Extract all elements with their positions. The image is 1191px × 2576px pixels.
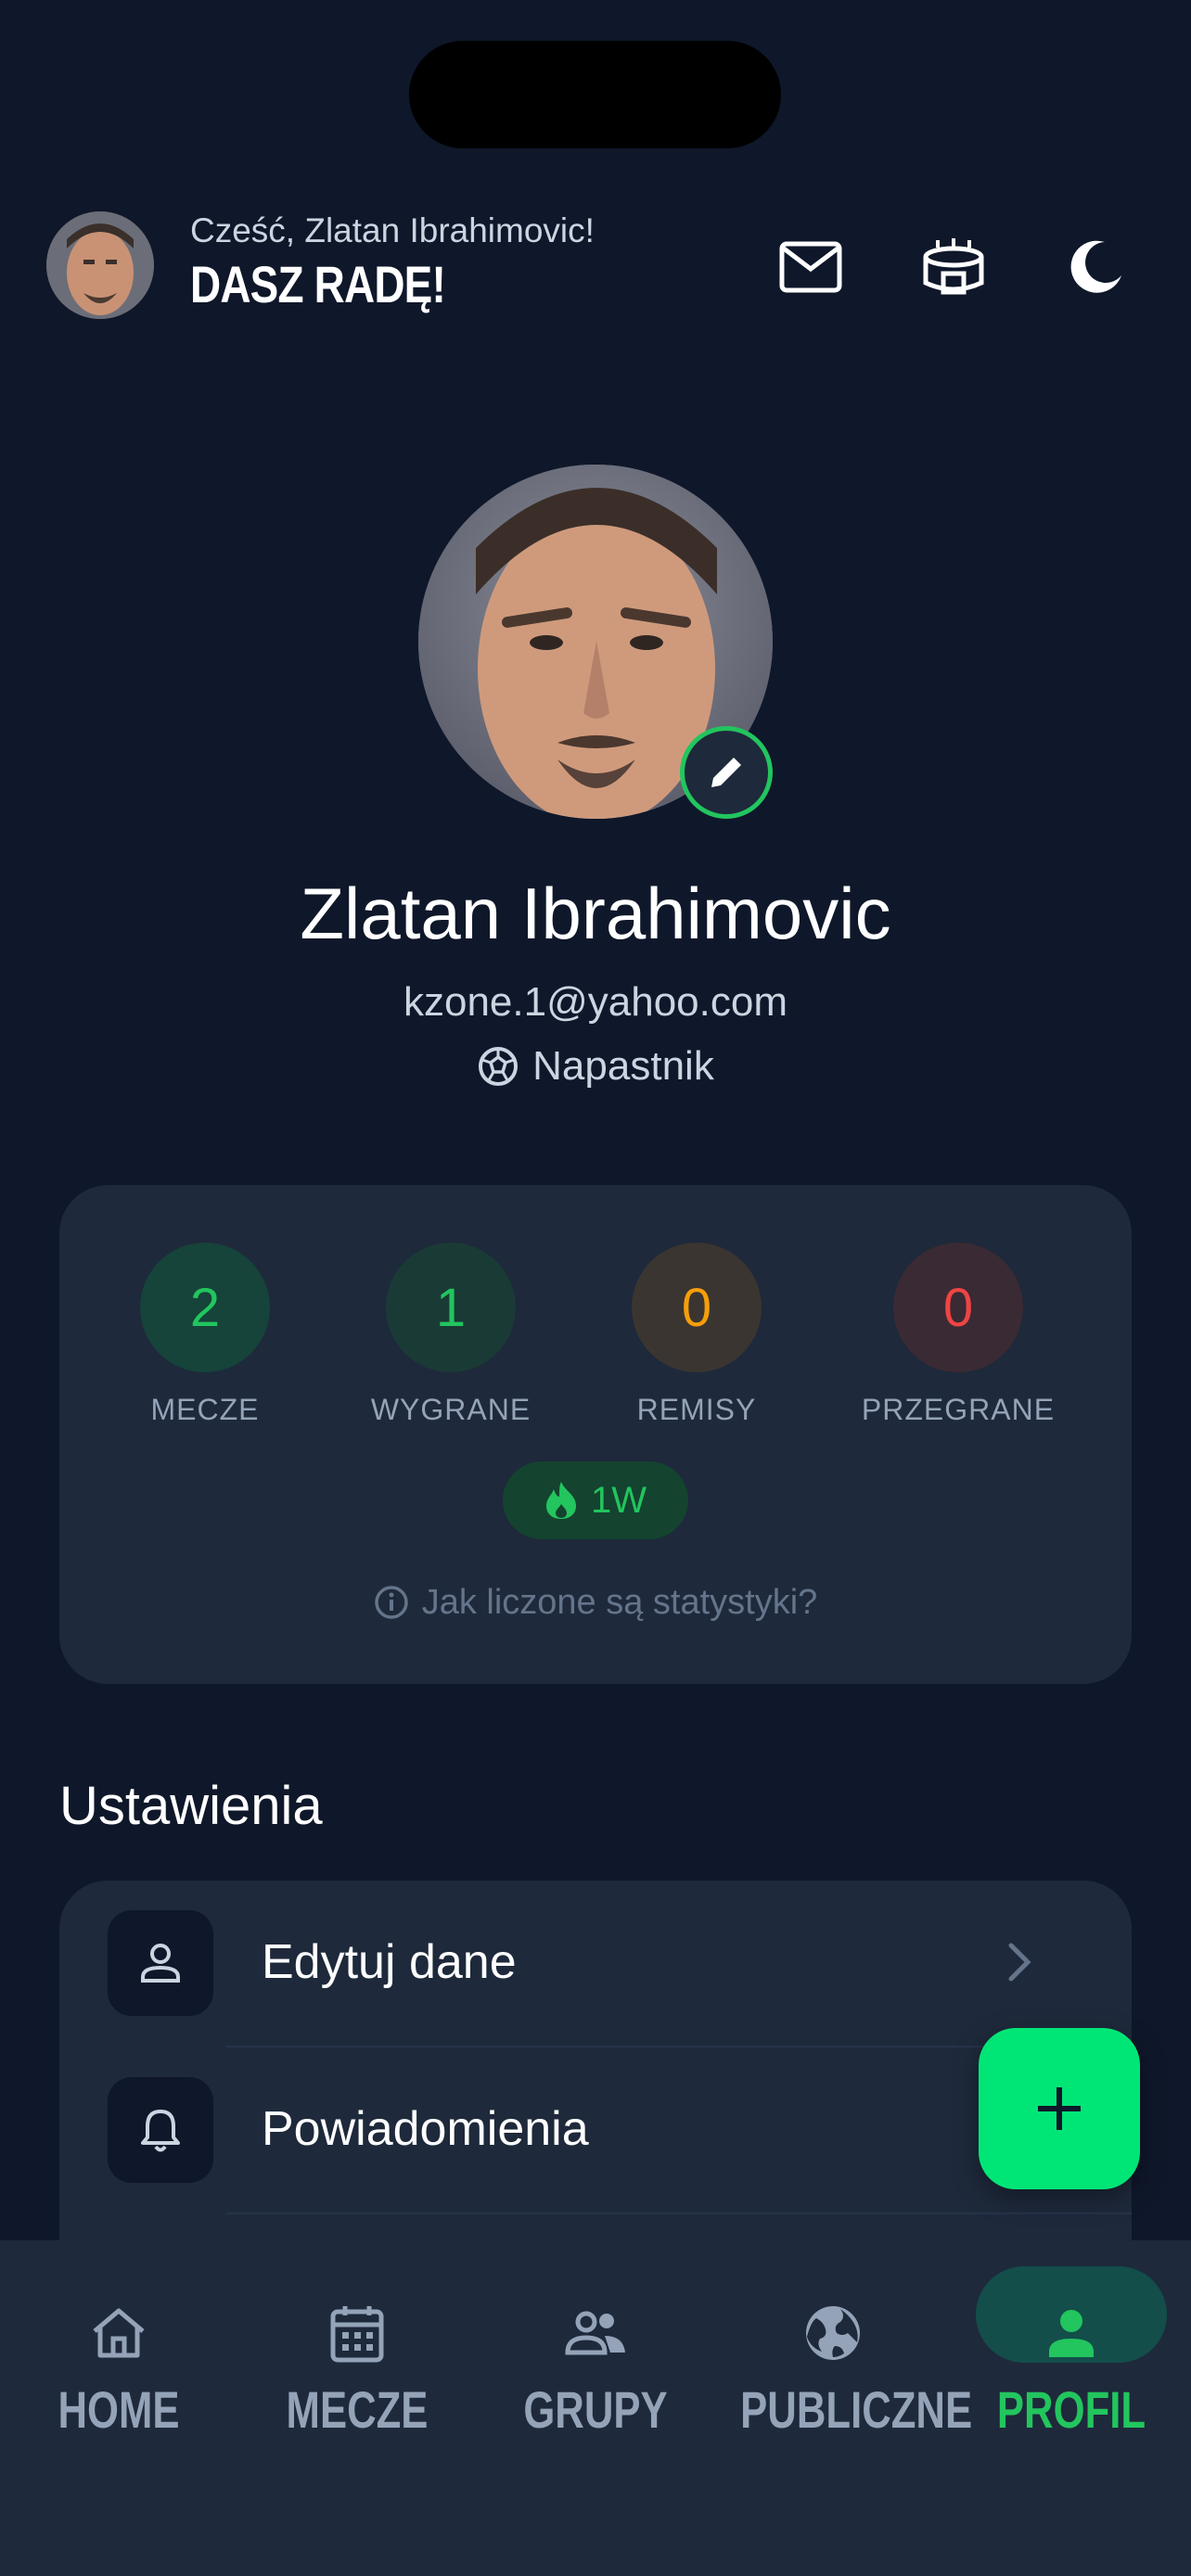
stat-wins: 1 WYGRANE xyxy=(335,1243,567,1427)
stat-value: 0 xyxy=(893,1243,1023,1372)
dark-mode-moon-icon[interactable] xyxy=(1061,232,1132,302)
stat-value: 2 xyxy=(140,1243,270,1372)
dynamic-island xyxy=(409,41,781,148)
stat-label: MECZE xyxy=(150,1393,260,1426)
nav-home[interactable]: HOME xyxy=(0,2240,237,2463)
motto-text: DASZ RADĘ! xyxy=(190,255,446,313)
nav-public[interactable]: PUBLICZNE xyxy=(714,2240,973,2463)
settings-item-label: Powiadomienia xyxy=(262,2102,589,2156)
nav-groups[interactable]: GRUPY xyxy=(477,2240,714,2463)
settings-item-notifications[interactable]: Powiadomienia xyxy=(59,2047,1132,2214)
info-icon xyxy=(374,1586,408,1619)
stat-draws: 0 REMISY xyxy=(581,1243,813,1427)
stats-card: 2 MECZE 1 WYGRANE 0 REMISY 0 PRZEGRANE 1… xyxy=(59,1185,1132,1684)
stat-losses: 0 PRZEGRANE xyxy=(842,1243,1074,1427)
add-button[interactable] xyxy=(979,2028,1140,2189)
mail-icon[interactable] xyxy=(775,232,846,302)
bell-icon xyxy=(108,2077,213,2183)
greeting-text: Cześć, Zlatan Ibrahimovic! xyxy=(190,211,595,249)
nav-matches[interactable]: MECZE xyxy=(238,2240,476,2463)
streak-value: 1W xyxy=(591,1479,647,1521)
settings-item-label: Edytuj dane xyxy=(262,1935,517,1989)
stat-matches: 2 MECZE xyxy=(89,1243,321,1427)
stat-label: WYGRANE xyxy=(370,1393,531,1426)
user-avatar[interactable] xyxy=(46,211,154,319)
pencil-icon xyxy=(711,758,741,787)
stats-help-link[interactable]: Jak liczone są statystyki? xyxy=(59,1575,1132,1630)
position-label: Napastnik xyxy=(532,1043,714,1089)
home-icon xyxy=(72,2287,165,2379)
nav-label: GRUPY xyxy=(523,2380,668,2439)
stat-label: PRZEGRANE xyxy=(861,1393,1056,1426)
globe-icon xyxy=(787,2287,879,2379)
stat-value: 0 xyxy=(632,1243,762,1372)
bottom-navigation: HOME MECZE GRUPY PUBLICZNE PROFIL xyxy=(0,2240,1191,2576)
nav-label: MECZE xyxy=(286,2380,429,2439)
soccer-ball-icon xyxy=(479,1047,519,1086)
top-header: Cześć, Zlatan Ibrahimovic! DASZ RADĘ! xyxy=(0,204,1191,325)
nav-label: PROFIL xyxy=(996,2380,1146,2439)
edit-photo-button[interactable] xyxy=(680,726,773,819)
calendar-icon xyxy=(311,2287,403,2379)
player-position: Napastnik xyxy=(0,1037,1191,1096)
person-icon xyxy=(1025,2287,1118,2379)
person-icon xyxy=(108,1910,213,2016)
flame-icon xyxy=(546,1482,576,1519)
nav-label: HOME xyxy=(58,2380,180,2439)
plus-icon xyxy=(1038,2087,1081,2130)
stats-help-text: Jak liczone są statystyki? xyxy=(421,1582,818,1622)
divider xyxy=(226,2213,1132,2214)
stat-value: 1 xyxy=(386,1243,516,1372)
group-icon xyxy=(549,2287,642,2379)
nav-profile[interactable]: PROFIL xyxy=(953,2240,1190,2463)
profile-email: kzone.1@yahoo.com xyxy=(403,979,788,1025)
chevron-right-icon xyxy=(1005,1938,1033,1990)
stat-label: REMISY xyxy=(636,1393,757,1426)
settings-heading: Ustawienia xyxy=(59,1776,323,1836)
settings-item-edit-profile[interactable]: Edytuj dane xyxy=(59,1881,1132,2047)
profile-name: Zlatan Ibrahimovic xyxy=(300,873,891,954)
nav-label: PUBLICZNE xyxy=(740,2380,973,2439)
stadium-icon[interactable] xyxy=(918,232,989,302)
streak-badge: 1W xyxy=(503,1461,688,1539)
